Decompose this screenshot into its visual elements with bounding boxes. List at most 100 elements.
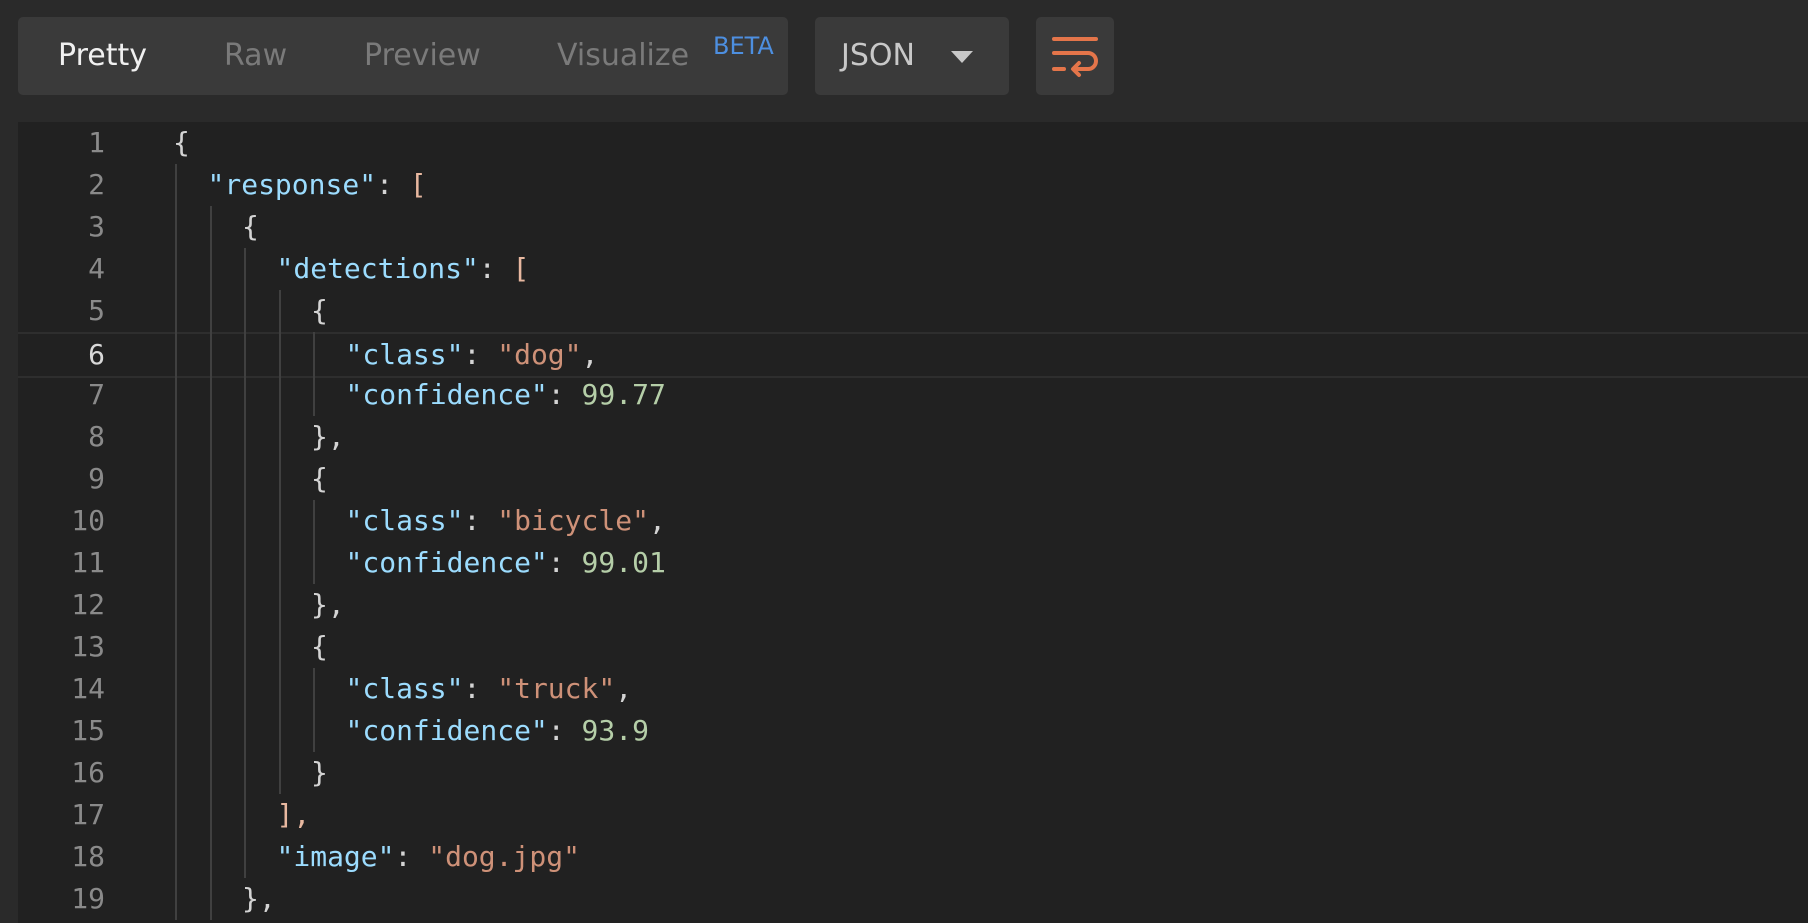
code-text: { [311,626,328,668]
line-number: 9 [88,462,105,495]
line-number: 12 [71,588,105,621]
json-key: "confidence" [345,546,548,579]
code-line: 8}, [18,416,1808,458]
line-number: 18 [71,840,105,873]
line-number: 16 [71,756,105,789]
code-text: { [311,458,328,500]
code-line: 18 "image": "dog.jpg" [18,836,1808,878]
line-number: 17 [71,798,105,831]
json-punctuation: }, [311,420,345,453]
chevron-down-icon [951,51,973,63]
code-line: 7 "confidence": 99.77 [18,374,1808,416]
code-line: 2 "response": [ [18,164,1808,206]
json-punctuation: , [615,672,633,705]
indent-guide [209,206,212,920]
line-number: 10 [71,504,105,537]
json-punctuation: : [547,714,582,747]
json-punctuation: }, [242,882,276,915]
code-line: 17], [18,794,1808,836]
code-line: 14 "class": "truck", [18,668,1808,710]
json-key: "confidence" [345,378,548,411]
word-wrap-icon [1052,37,1098,77]
line-number: 11 [71,546,105,579]
indent-guide [278,290,281,794]
json-key: "response" [207,168,377,201]
json-number-value: 99.01 [581,546,666,579]
indent-guide [175,164,177,920]
indent-guide [244,248,246,878]
line-number: 1 [88,126,105,159]
json-punctuation: : [478,252,513,285]
code-text: "class": "dog", [346,334,599,376]
response-body-editor[interactable]: 1{2 "response": [3{4 "detections": [5{6 "cl… [18,122,1808,923]
json-string-value: "bicycle" [497,504,649,537]
json-punctuation: : [463,338,498,371]
json-punctuation: { [242,210,259,243]
json-punctuation: : [394,840,429,873]
line-number: 4 [88,252,105,285]
code-line: 11 "confidence": 99.01 [18,542,1808,584]
json-bracket: [ [512,252,530,285]
code-line: 19}, [18,878,1808,920]
code-line: 1{ [18,122,1808,164]
code-text: "confidence": 99.01 [346,542,666,584]
code-text: { [242,206,259,248]
tab-visualize[interactable]: Visualize BETA [557,17,774,95]
json-punctuation: : [463,504,498,537]
code-text: "image": "dog.jpg" [277,836,580,878]
line-number: 3 [88,210,105,243]
json-punctuation: }, [311,588,345,621]
format-select[interactable]: JSON [815,17,1009,95]
line-number: 7 [88,378,105,411]
line-number: 6 [88,338,105,371]
line-number: 19 [71,882,105,915]
json-punctuation: : [547,546,582,579]
json-punctuation: } [311,756,328,789]
code-text: }, [242,878,276,920]
view-mode-tabs: Pretty Raw Preview Visualize BETA [18,17,788,95]
code-line: 12}, [18,584,1808,626]
code-line: 6 "class": "dog", [18,332,1808,378]
json-key: "confidence" [345,714,548,747]
tab-raw[interactable]: Raw [224,17,287,95]
line-number: 13 [71,630,105,663]
json-number-value: 99.77 [581,378,666,411]
code-line: 13 { [18,626,1808,668]
word-wrap-button[interactable] [1036,17,1114,95]
json-number-value: 93.9 [581,714,649,747]
code-line: 3{ [18,206,1808,248]
tab-pretty[interactable]: Pretty [58,17,147,95]
json-punctuation: { [311,630,328,663]
json-punctuation: , [648,504,666,537]
indent-guide [313,332,315,416]
json-bracket: ], [276,798,311,831]
line-number: 8 [88,420,105,453]
code-text: { [311,290,328,332]
json-string-value: "truck" [497,672,616,705]
line-number: 5 [88,294,105,327]
line-number: 14 [71,672,105,705]
code-line: 4 "detections": [ [18,248,1808,290]
json-punctuation: { [311,294,328,327]
code-text: "class": "bicycle", [346,500,666,542]
line-number: 15 [71,714,105,747]
code-text: ], [277,794,311,836]
tab-preview[interactable]: Preview [364,17,481,95]
json-punctuation: : [376,168,410,201]
tab-visualize-label: Visualize [557,38,690,73]
code-line: 9{ [18,458,1808,500]
code-text: "class": "truck", [346,668,633,710]
json-key: "image" [276,840,395,873]
json-string-value: "dog.jpg" [428,840,580,873]
code-text: }, [311,584,345,626]
response-toolbar: Pretty Raw Preview Visualize BETA JSON [0,0,1808,106]
code-text: "detections": [ [277,248,530,290]
json-punctuation: { [173,126,190,159]
code-text: } [311,752,328,794]
json-punctuation: , [581,338,599,371]
code-line: 16} [18,752,1808,794]
json-key: "detections" [276,252,479,285]
beta-badge: BETA [713,32,774,60]
code-text: "confidence": 99.77 [346,374,666,416]
code-text: "confidence": 93.9 [346,710,649,752]
